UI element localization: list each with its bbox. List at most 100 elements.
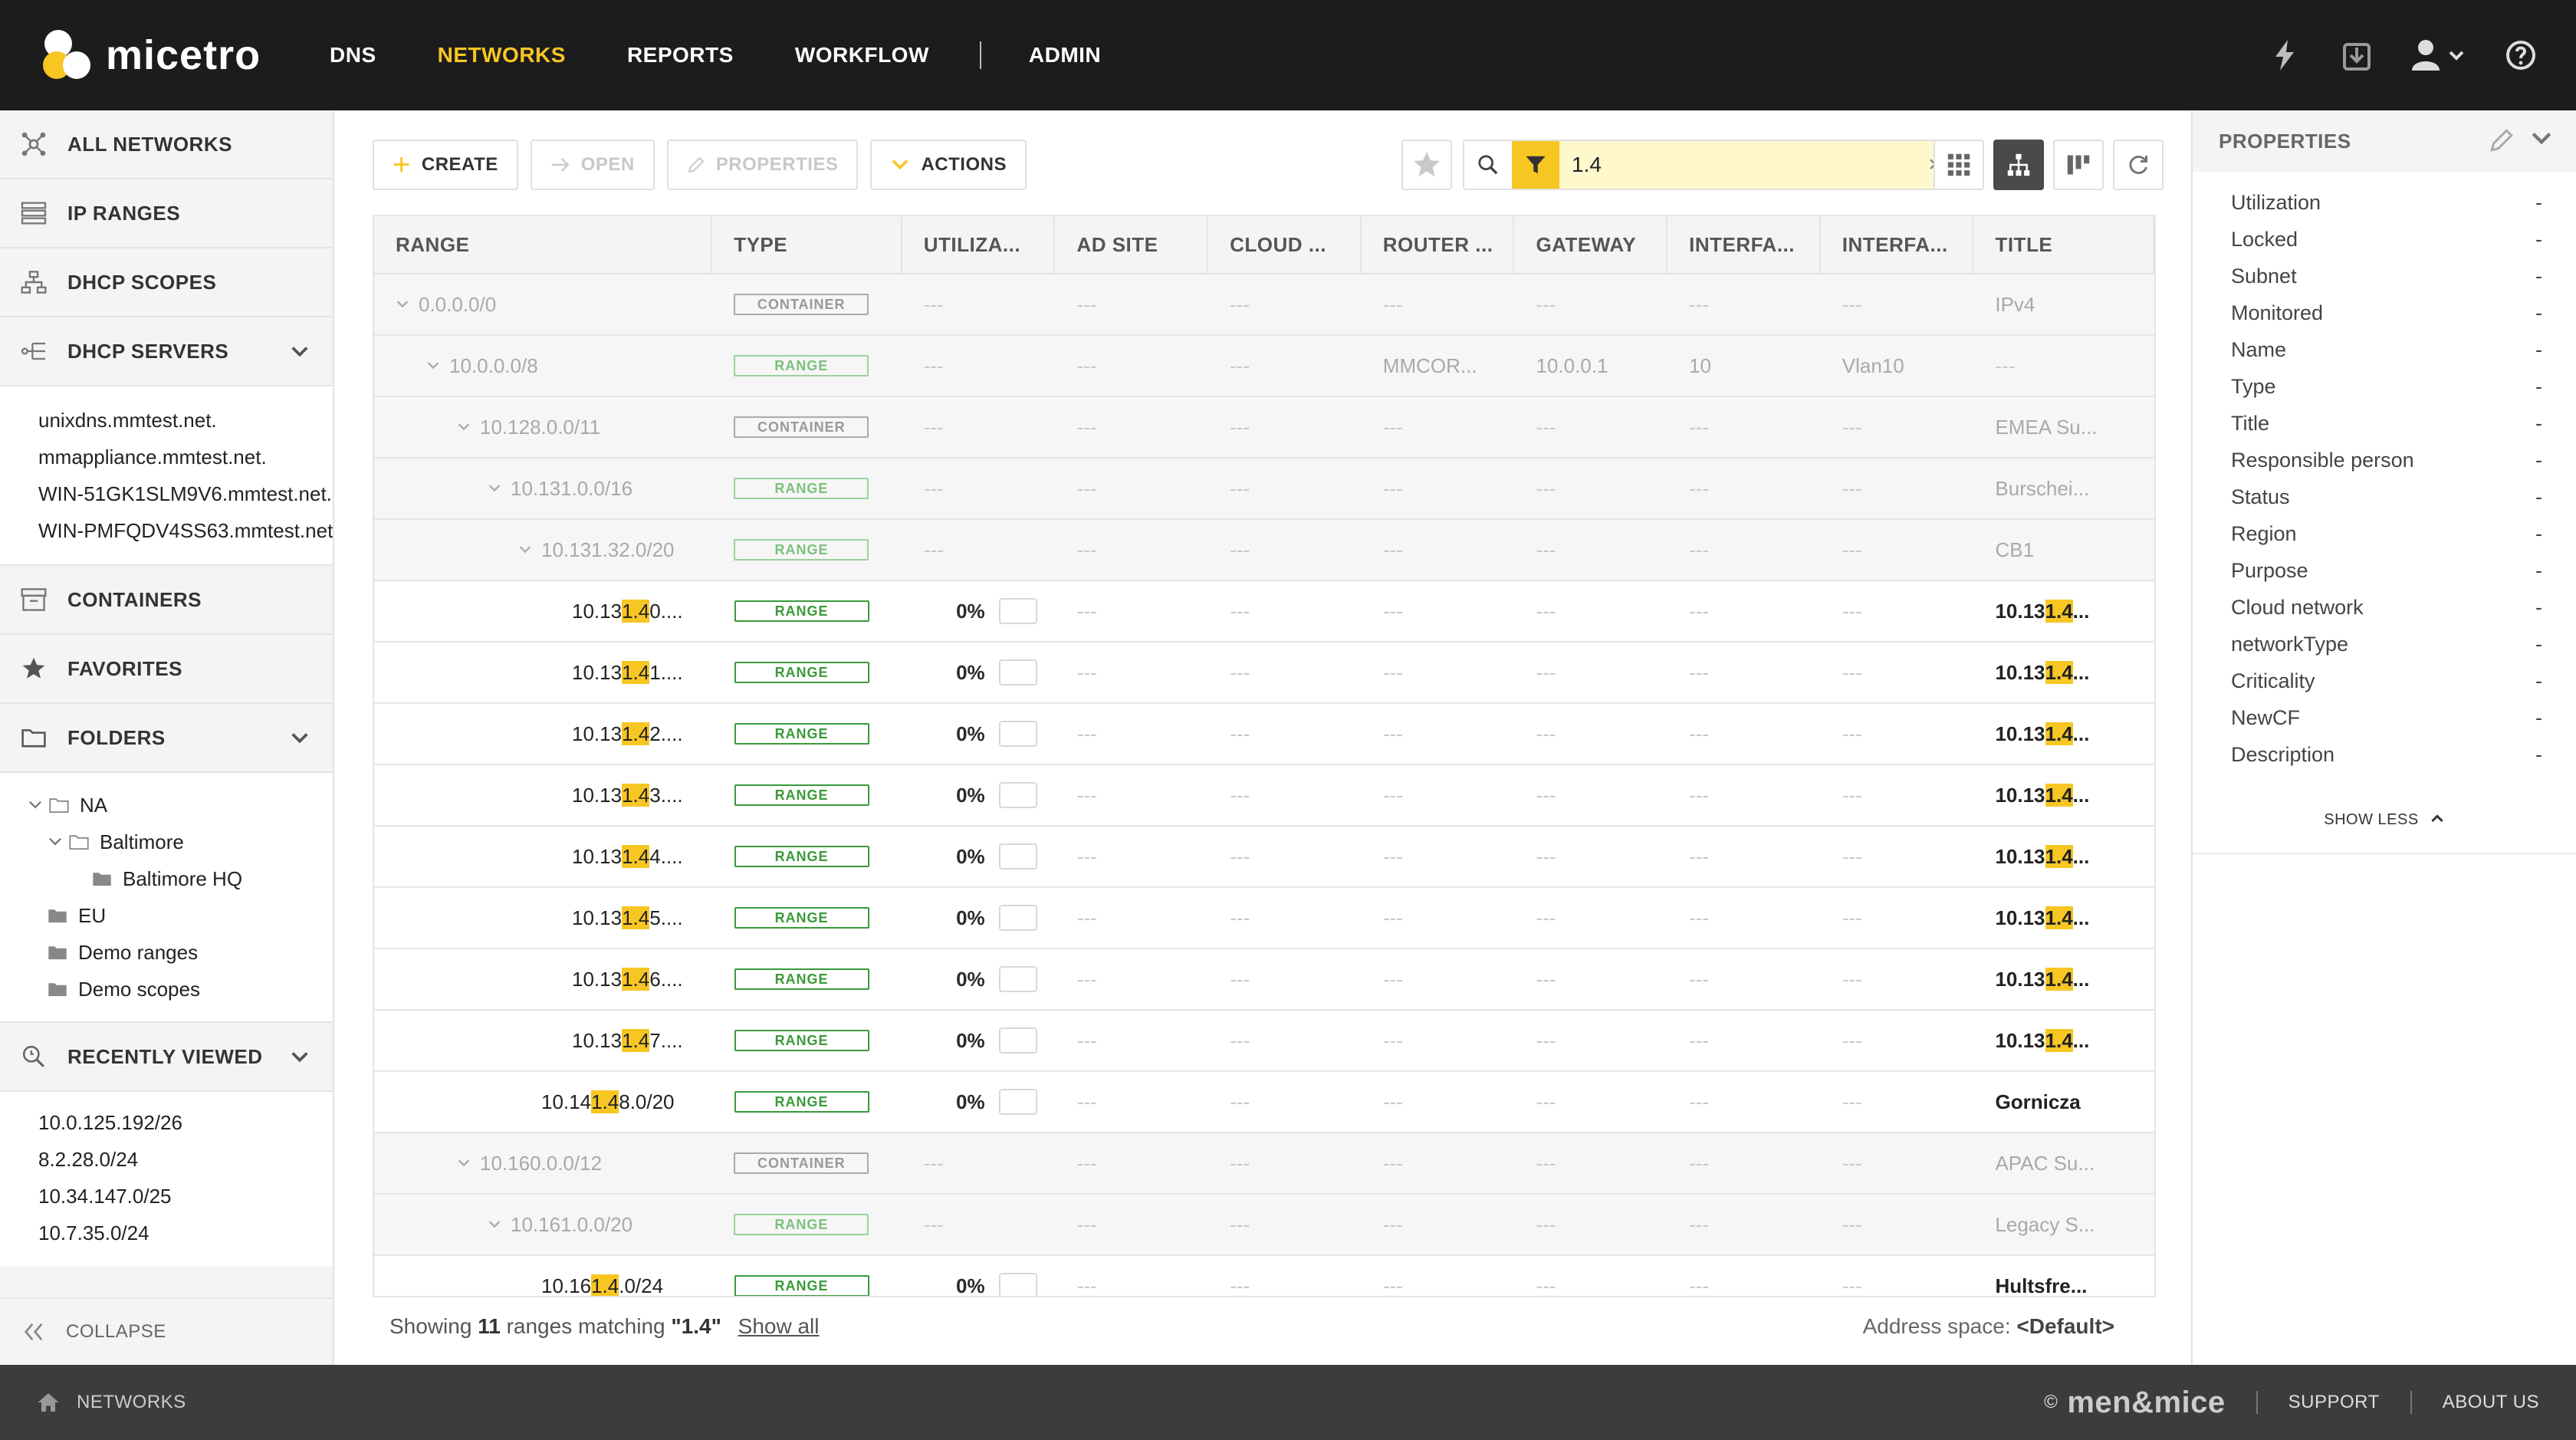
chevron-down-icon[interactable] bbox=[396, 294, 419, 314]
collapse-sidebar-button[interactable]: COLLAPSE bbox=[0, 1297, 333, 1365]
dhcp-server-item[interactable]: unixdns.mmtest.net. bbox=[0, 402, 333, 439]
favorite-toggle-button[interactable] bbox=[1401, 140, 1452, 190]
column-view-icon[interactable] bbox=[2053, 140, 2104, 190]
column-header-cloud[interactable]: CLOUD ... bbox=[1208, 216, 1362, 273]
column-header-ad-site[interactable]: AD SITE bbox=[1055, 216, 1209, 273]
table-row[interactable]: 10.0.0.0/8 RANGE --- --- --- MMCOR... 10.0.0.1… bbox=[374, 336, 2154, 397]
chevron-down-icon[interactable] bbox=[48, 834, 63, 850]
table-row[interactable]: 10.131.45.... RANGE 0% --- --- --- --- --- --- 10… bbox=[374, 888, 2154, 949]
sidebar-item-dhcp-servers[interactable]: DHCP SERVERS bbox=[0, 317, 333, 386]
recent-item[interactable]: 10.34.147.0/25 bbox=[0, 1178, 333, 1215]
column-header-range[interactable]: RANGE bbox=[374, 216, 713, 273]
search-input[interactable] bbox=[1559, 141, 1920, 189]
cell-gateway: --- bbox=[1515, 1010, 1668, 1071]
nav-networks[interactable]: NETWORKS bbox=[438, 43, 566, 67]
sidebar-item-all-networks[interactable]: ALL NETWORKS bbox=[0, 110, 333, 179]
table-row[interactable]: 0.0.0.0/0 CONTAINER --- --- --- --- --- --- --- I… bbox=[374, 275, 2154, 336]
nav-reports[interactable]: REPORTS bbox=[627, 43, 734, 67]
ad-site-value: --- bbox=[1076, 292, 1097, 316]
search-icon[interactable] bbox=[1464, 141, 1512, 189]
folder-tree-item[interactable]: NA bbox=[0, 787, 333, 824]
dhcp-server-item[interactable]: mmappliance.mmtest.net. bbox=[0, 439, 333, 475]
dhcp-server-item[interactable]: WIN-51GK1SLM9V6.mmtest.net. bbox=[0, 475, 333, 512]
lightning-icon[interactable] bbox=[2260, 31, 2309, 80]
table-row[interactable]: 10.131.46.... RANGE 0% --- --- --- --- --- --- 10… bbox=[374, 949, 2154, 1011]
create-button[interactable]: + CREATE bbox=[373, 140, 518, 190]
column-header-title[interactable]: TITLE bbox=[1973, 216, 2154, 273]
table-row[interactable]: 10.161.4.0/24 RANGE 0% --- --- --- --- --- --- Hu… bbox=[374, 1256, 2154, 1296]
title-prefix: IPv4 bbox=[1995, 292, 2036, 316]
folder-tree-item[interactable]: Demo ranges bbox=[0, 934, 333, 971]
show-all-link[interactable]: Show all bbox=[738, 1314, 820, 1338]
sidebar-item-recently-viewed[interactable]: RECENTLY VIEWED bbox=[0, 1023, 333, 1092]
tree-view-icon[interactable] bbox=[1993, 140, 2044, 190]
help-icon[interactable] bbox=[2496, 31, 2545, 80]
chevron-down-icon[interactable] bbox=[290, 1047, 310, 1071]
column-header-type[interactable]: TYPE bbox=[712, 216, 902, 273]
chevron-down-icon[interactable] bbox=[488, 478, 511, 498]
recent-item[interactable]: 8.2.28.0/24 bbox=[0, 1141, 333, 1178]
chevron-down-icon[interactable] bbox=[488, 1215, 511, 1235]
sidebar-item-containers[interactable]: CONTAINERS bbox=[0, 566, 333, 635]
chevron-down-icon[interactable] bbox=[457, 1153, 480, 1173]
breadcrumb[interactable]: NETWORKS bbox=[37, 1392, 186, 1413]
cloud-value: --- bbox=[1230, 660, 1250, 684]
refresh-icon[interactable] bbox=[2113, 140, 2164, 190]
cell-ad-site: --- bbox=[1056, 396, 1209, 458]
sidebar-item-ip-ranges[interactable]: IP RANGES bbox=[0, 179, 333, 248]
table-row[interactable]: 10.128.0.0/11 CONTAINER --- --- --- --- --- ---… bbox=[374, 397, 2154, 459]
sidebar-item-favorites[interactable]: FAVORITES bbox=[0, 635, 333, 704]
chevron-down-icon[interactable] bbox=[290, 728, 310, 752]
table-row[interactable]: 10.131.47.... RANGE 0% --- --- --- --- --- --- 10… bbox=[374, 1011, 2154, 1072]
sidebar-item-label: IP RANGES bbox=[67, 201, 181, 225]
folder-tree-item[interactable]: Baltimore bbox=[0, 824, 333, 860]
table-row[interactable]: 10.161.0.0/20 RANGE --- --- --- --- --- --- --- L… bbox=[374, 1195, 2154, 1256]
table-row[interactable]: 10.160.0.0/12 CONTAINER --- --- --- --- --- ---… bbox=[374, 1133, 2154, 1195]
column-header-interface-2[interactable]: INTERFA... bbox=[1821, 216, 1974, 273]
column-header-gateway[interactable]: GATEWAY bbox=[1514, 216, 1668, 273]
folder-tree-item[interactable]: Demo scopes bbox=[0, 971, 333, 1008]
dhcp-server-item[interactable]: WIN-PMFQDV4SS63.mmtest.net. bbox=[0, 512, 333, 549]
recent-item[interactable]: 10.0.125.192/26 bbox=[0, 1104, 333, 1141]
table-row[interactable]: 10.131.41.... RANGE 0% --- --- --- --- --- --- 10… bbox=[374, 643, 2154, 704]
table-row[interactable]: 10.131.43.... RANGE 0% --- --- --- --- --- --- 10… bbox=[374, 765, 2154, 827]
nav-admin[interactable]: ADMIN bbox=[1029, 43, 1101, 67]
properties-button[interactable]: PROPERTIES bbox=[666, 140, 859, 190]
actions-button[interactable]: ACTIONS bbox=[870, 140, 1027, 190]
table-row[interactable]: 10.131.32.0/20 RANGE --- --- --- --- --- --- ---… bbox=[374, 520, 2154, 581]
about-us-link[interactable]: ABOUT US bbox=[2443, 1392, 2539, 1413]
address-space[interactable]: Address space: <Default> bbox=[1863, 1314, 2114, 1339]
table-row[interactable]: 10.131.42.... RANGE 0% --- --- --- --- --- --- 10… bbox=[374, 704, 2154, 765]
recent-item[interactable]: 10.7.35.0/24 bbox=[0, 1215, 333, 1251]
grid-view-icon[interactable] bbox=[1934, 140, 1984, 190]
chevron-down-icon[interactable] bbox=[457, 417, 480, 437]
user-menu-icon[interactable] bbox=[2404, 31, 2473, 80]
type-badge: RANGE bbox=[734, 846, 869, 867]
column-header-interface[interactable]: INTERFA... bbox=[1668, 216, 1821, 273]
pencil-icon[interactable] bbox=[2489, 127, 2515, 153]
chevron-down-icon[interactable] bbox=[2530, 127, 2553, 150]
nav-dns[interactable]: DNS bbox=[330, 43, 376, 67]
nav-workflow[interactable]: WORKFLOW bbox=[795, 43, 929, 67]
support-link[interactable]: SUPPORT bbox=[2288, 1392, 2380, 1413]
open-button[interactable]: OPEN bbox=[530, 140, 655, 190]
sidebar-item-folders[interactable]: FOLDERS bbox=[0, 704, 333, 773]
table-row[interactable]: 10.131.44.... RANGE 0% --- --- --- --- --- --- 10… bbox=[374, 827, 2154, 888]
chevron-down-icon[interactable] bbox=[290, 342, 310, 366]
inbox-icon[interactable] bbox=[2332, 31, 2381, 80]
sidebar-item-dhcp-scopes[interactable]: DHCP SCOPES bbox=[0, 248, 333, 317]
table-row[interactable]: 10.131.0.0/16 RANGE --- --- --- --- --- --- --- B… bbox=[374, 459, 2154, 520]
column-header-router[interactable]: ROUTER ... bbox=[1362, 216, 1515, 273]
cell-range: 10.131.32.0/20 bbox=[374, 519, 712, 580]
column-header-utilization[interactable]: UTILIZA... bbox=[902, 216, 1056, 273]
chevron-down-icon[interactable] bbox=[28, 797, 43, 813]
micetro-logo[interactable]: micetro bbox=[40, 25, 261, 86]
chevron-down-icon[interactable] bbox=[426, 356, 449, 376]
show-less-button[interactable]: SHOW LESS bbox=[2193, 811, 2576, 829]
folder-tree-item[interactable]: EU bbox=[0, 897, 333, 934]
table-row[interactable]: 10.141.48.0/20 RANGE 0% --- --- --- --- --- --- G… bbox=[374, 1072, 2154, 1133]
filter-icon[interactable] bbox=[1512, 141, 1559, 189]
table-row[interactable]: 10.131.40.... RANGE 0% --- --- --- --- --- --- 10… bbox=[374, 581, 2154, 643]
chevron-down-icon[interactable] bbox=[518, 540, 541, 560]
folder-tree-item[interactable]: Baltimore HQ bbox=[0, 860, 333, 897]
